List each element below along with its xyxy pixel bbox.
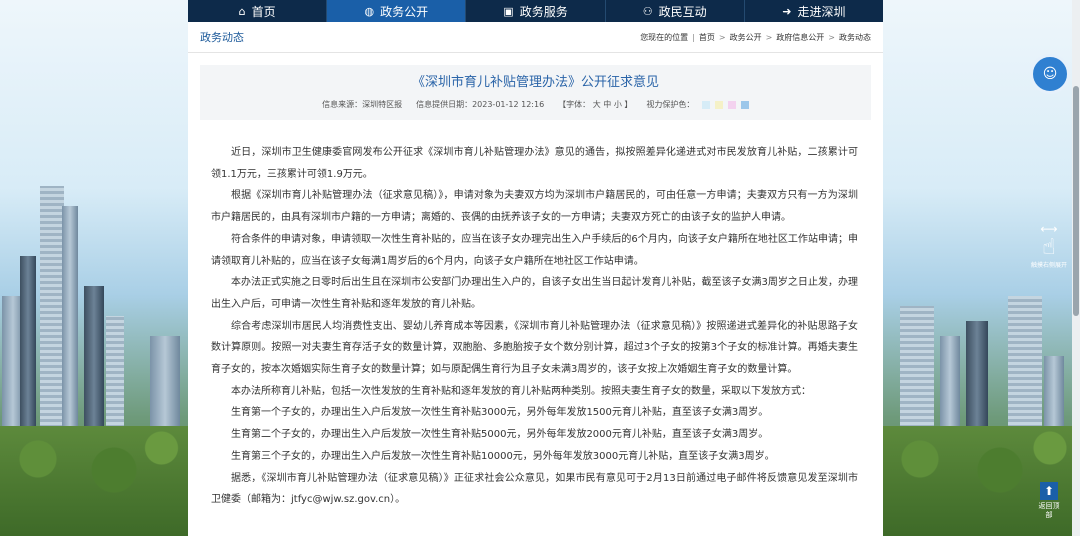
article-paragraph: 生育第二个子女的，办理出生入户后发放一次性生育补贴5000元，另外每年发放200… [231,429,769,441]
article-paragraph: 本办法正式实施之日零时后出生且在深圳市公安部门办理出生入户的，自该子女出生当日起… [211,277,858,310]
swipe-hint[interactable]: ⟷ ☝ 触摸右侧展开 [1026,222,1072,269]
article-meta: 信息来源：深圳特区报 信息提供日期：2023-01-12 12:16 【字体： … [200,99,871,110]
background-cityscape-left [0,156,190,536]
nav-item-0[interactable]: ⌂ 首页 [188,0,328,22]
people-icon: ⚇ [642,4,653,18]
breadcrumb-item-public-affairs[interactable]: 政务公开 [730,32,762,43]
nav-item-label: 首页 [251,4,276,19]
article-paragraph: 生育第三个子女的，办理出生入户后发放一次性生育补贴10000元，另外每年发放30… [231,450,775,462]
article-paragraph: 生育第一个子女的，办理出生入户后发放一次性生育补贴3000元，另外每年发放150… [231,407,769,419]
eye-color-swatch[interactable] [727,100,736,109]
monitor-icon: ▣ [503,4,514,18]
breadcrumb: 您现在的位置 | 首页 > 政务公开 > 政府信息公开 > 政务动态 [640,32,871,43]
background-cityscape-right [880,156,1080,536]
article-date: 信息提供日期：2023-01-12 12:16 [416,100,545,109]
globe-icon: ◍ [364,4,375,18]
nav-item-4[interactable]: ➜ 走进深圳 [745,0,883,22]
eye-color-swatch[interactable] [714,100,723,109]
swipe-hint-label: 触摸右侧展开 [1030,262,1067,269]
nav-item-1[interactable]: ◍ 政务公开 [327,0,467,22]
back-to-top-label: 返回顶部 [1038,502,1060,519]
eye-color-swatch[interactable] [740,100,749,109]
eye-protection-control: 视力保护色： [646,99,749,110]
double-arrow-icon: ⟷ [1040,222,1058,236]
article-source: 信息来源：深圳特区报 [322,100,403,109]
breadcrumb-item-home[interactable]: 首页 [699,32,715,43]
nav-item-3[interactable]: ⚇ 政民互动 [606,0,745,22]
article-paragraph: 根据《深圳市育儿补贴管理办法（征求意见稿）》，申请对象为夫妻双方均为深圳市户籍居… [211,190,858,224]
article-header: 《深圳市育儿补贴管理办法》公开征求意见 信息来源：深圳特区报 信息提供日期：20… [200,65,871,120]
article-body: 近日，深圳市卫生健康委官网发布公开征求《深圳市育儿补贴管理办法》意见的通告，拟按… [188,120,883,511]
nav-item-label: 走进深圳 [797,4,846,19]
font-size-small[interactable]: 小 [614,100,622,109]
font-size-medium[interactable]: 中 [603,100,611,109]
page-scrollbar[interactable] [1072,0,1080,536]
section-title[interactable]: 政务动态 [200,29,244,45]
breadcrumb-separator: > [718,32,726,42]
hand-pointer-icon: ☝ [1042,235,1056,260]
main-content: ⌂ 首页 ◍ 政务公开 ▣ 政务服务 ⚇ 政民互动 ➜ 走进深圳 政务动态 您现在的位置 | 首页… [188,0,883,536]
breadcrumb-item-info-disclosure[interactable]: 政府信息公开 [776,32,824,43]
article-paragraph: 综合考虑深圳市居民人均消费性支出、婴幼儿养育成本等因素，《深圳市育儿补贴管理办法… [211,320,858,376]
assistant-robot-icon[interactable]: ☺ [1030,54,1070,94]
article-paragraph: 符合条件的申请对象，申请领取一次性生育补贴的，应当在该子女办理完出生入户手续后的… [211,233,858,267]
font-size-large[interactable]: 大 [593,100,601,109]
nav-item-label: 政务公开 [380,4,429,19]
breadcrumb-separator: > [828,32,835,42]
article-paragraph: 近日，深圳市卫生健康委官网发布公开征求《深圳市育儿补贴管理办法》意见的通告，拟按… [211,147,858,180]
top-navigation: ⌂ 首页 ◍ 政务公开 ▣ 政务服务 ⚇ 政民互动 ➜ 走进深圳 [188,0,883,22]
article-paragraph: 本办法所称育儿补贴，包括一次性发放的生育补贴和逐年发放的育儿补贴两种类别。按照夫… [231,385,811,397]
breadcrumb-separator: > [765,32,773,42]
home-icon: ⌂ [238,4,246,18]
article-paragraph: 据悉，《深圳市育儿补贴管理办法（征求意见稿）》正征求社会公众意见，如果市民有意见… [211,472,858,506]
nav-item-label: 政民互动 [658,4,707,19]
breadcrumb-item-current[interactable]: 政务动态 [839,32,871,43]
scrollbar-thumb[interactable] [1073,86,1079,316]
eye-color-swatch[interactable] [701,100,710,109]
nav-item-2[interactable]: ▣ 政务服务 [466,0,606,22]
arrow-up-icon: ⬆ [1040,482,1058,500]
breadcrumb-bar: 政务动态 您现在的位置 | 首页 > 政务公开 > 政府信息公开 > 政务动态 [188,22,883,53]
breadcrumb-separator: | [692,32,695,42]
font-size-control: 【字体： 大 中 小 】 [558,100,633,109]
arrow-circle-icon: ➜ [782,4,792,18]
breadcrumb-prefix: 您现在的位置 [640,32,689,42]
nav-item-label: 政务服务 [519,4,568,19]
article-title: 《深圳市育儿补贴管理办法》公开征求意见 [411,75,659,90]
back-to-top-button[interactable]: ⬆ 返回顶部 [1038,482,1060,520]
